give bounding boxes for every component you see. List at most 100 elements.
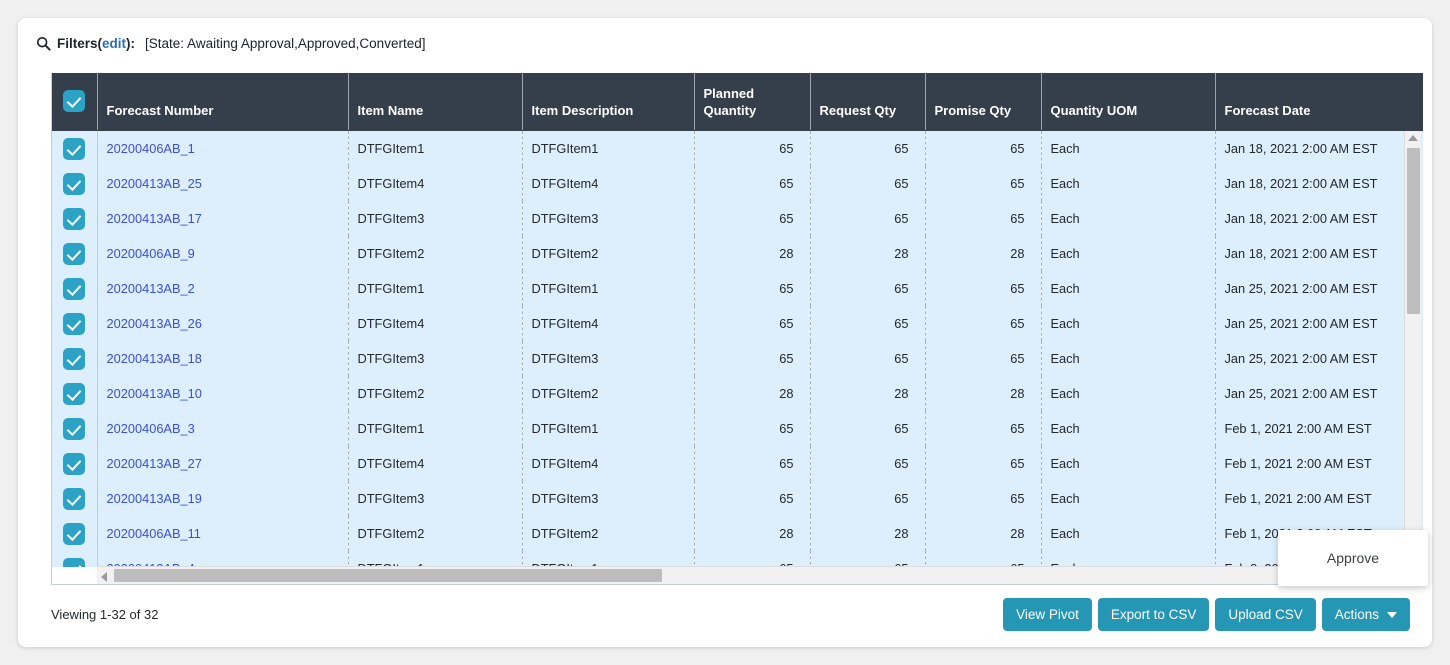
- cell-planned-quantity: 65: [694, 201, 811, 236]
- upload-csv-button[interactable]: Upload CSV: [1215, 598, 1316, 631]
- row-select-cell[interactable]: [52, 446, 98, 481]
- vertical-scrollbar-thumb[interactable]: [1407, 148, 1420, 314]
- forecast-number-link[interactable]: 20200413AB_18: [107, 351, 202, 366]
- cell-quantity-uom: Each: [1041, 411, 1216, 446]
- row-select-cell[interactable]: [52, 411, 98, 446]
- row-checkbox[interactable]: [63, 207, 86, 230]
- table-row[interactable]: 20200413AB_10 DTFGItem2 DTFGItem2 28 28 28 Eac…: [52, 376, 1423, 411]
- column-header-planned-quantity[interactable]: Planned Quantity: [694, 73, 811, 131]
- row-checkbox[interactable]: [63, 312, 86, 335]
- row-select-cell[interactable]: [52, 236, 98, 271]
- grid-body-viewport: 20200406AB_1 DTFGItem1 DTFGItem1 65 65 65 Each…: [52, 131, 1423, 567]
- row-select-cell[interactable]: [52, 271, 98, 306]
- cell-forecast-number: 20200406AB_3: [97, 411, 349, 446]
- forecast-number-link[interactable]: 20200413AB_10: [107, 386, 202, 401]
- cell-item-name: DTFGItem3: [348, 341, 523, 376]
- select-all-header-cell[interactable]: [52, 73, 98, 131]
- row-select-cell[interactable]: [52, 376, 98, 411]
- column-header-item-name[interactable]: Item Name: [348, 73, 523, 131]
- table-row[interactable]: 20200413AB_27 DTFGItem4 DTFGItem4 65 65 65 Eac…: [52, 446, 1423, 481]
- forecast-number-link[interactable]: 20200413AB_17: [107, 211, 202, 226]
- forecast-number-link[interactable]: 20200413AB_25: [107, 176, 202, 191]
- table-row[interactable]: 20200413AB_26 DTFGItem4 DTFGItem4 65 65 65 Eac…: [52, 306, 1423, 341]
- forecast-number-link[interactable]: 20200406AB_1: [107, 141, 195, 156]
- cell-forecast-date: Jan 18, 2021 2:00 AM EST: [1215, 166, 1423, 201]
- scroll-left-icon[interactable]: [101, 572, 107, 582]
- cell-quantity-uom: Each: [1041, 166, 1216, 201]
- cell-promise-qty: 65: [925, 166, 1042, 201]
- table-row[interactable]: 20200413AB_25 DTFGItem4 DTFGItem4 65 65 65 Eac…: [52, 166, 1423, 201]
- forecast-number-link[interactable]: 20200413AB_27: [107, 456, 202, 471]
- row-checkbox[interactable]: [63, 137, 86, 160]
- grid-body: 20200406AB_1 DTFGItem1 DTFGItem1 65 65 65 Each…: [52, 131, 1423, 567]
- cell-planned-quantity: 28: [694, 376, 811, 411]
- cell-item-name: DTFGItem3: [348, 481, 523, 516]
- cell-request-qty: 65: [810, 166, 926, 201]
- scroll-up-icon[interactable]: [1408, 135, 1418, 141]
- row-select-cell[interactable]: [52, 166, 98, 201]
- forecast-number-link[interactable]: 20200406AB_11: [107, 526, 201, 541]
- row-checkbox[interactable]: [63, 242, 86, 265]
- forecast-number-link[interactable]: 20200406AB_9: [107, 246, 195, 261]
- view-pivot-button[interactable]: View Pivot: [1003, 598, 1092, 631]
- horizontal-scrollbar[interactable]: [97, 566, 1423, 584]
- column-header-quantity-uom[interactable]: Quantity UOM: [1041, 73, 1216, 131]
- table-row[interactable]: 20200413AB_18 DTFGItem3 DTFGItem3 65 65 65 Eac…: [52, 341, 1423, 376]
- cell-planned-quantity: 65: [694, 131, 811, 166]
- cell-request-qty: 65: [810, 411, 926, 446]
- cell-forecast-date: Feb 1, 2021 2:00 AM EST: [1215, 411, 1423, 446]
- cell-request-qty: 65: [810, 551, 926, 567]
- actions-button[interactable]: Actions: [1321, 598, 1410, 631]
- filters-bar: Filters (edit): [State: Awaiting Approva…: [36, 32, 425, 54]
- table-row[interactable]: 20200413AB_4DTFGItem1DTFGItem1656565Each…: [52, 551, 1423, 567]
- cell-item-name: DTFGItem2: [348, 236, 523, 271]
- row-checkbox[interactable]: [63, 417, 86, 440]
- forecast-number-link[interactable]: 20200413AB_19: [107, 491, 202, 506]
- row-checkbox[interactable]: [63, 522, 86, 545]
- table-row[interactable]: 20200413AB_2 DTFGItem1 DTFGItem1 65 65 65 Each…: [52, 271, 1423, 306]
- filters-edit-link[interactable]: edit: [102, 36, 126, 51]
- actions-menu-item-approve[interactable]: Approve: [1278, 542, 1428, 574]
- table-row[interactable]: 20200406AB_9 DTFGItem2 DTFGItem2 28 28 28 Each…: [52, 236, 1423, 271]
- footer-button-row: View Pivot Export to CSV Upload CSV Acti…: [1003, 598, 1410, 631]
- column-header-item-description[interactable]: Item Description: [522, 73, 695, 131]
- horizontal-scrollbar-thumb[interactable]: [114, 569, 662, 582]
- table-row[interactable]: 20200413AB_17 DTFGItem3 DTFGItem3 65 65 65 Eac…: [52, 201, 1423, 236]
- table-row[interactable]: 20200406AB_3 DTFGItem1 DTFGItem1 65 65 65 Each…: [52, 411, 1423, 446]
- cell-planned-quantity: 65: [694, 411, 811, 446]
- cell-item-description: DTFGItem2: [522, 236, 695, 271]
- row-select-cell[interactable]: [52, 341, 98, 376]
- column-header-request-qty[interactable]: Request Qty: [810, 73, 926, 131]
- table-row[interactable]: 20200406AB_11 DTFGItem2 DTFGItem2 28 28 28 Eac…: [52, 516, 1423, 551]
- table-row[interactable]: 20200406AB_1 DTFGItem1 DTFGItem1 65 65 65 Each…: [52, 131, 1423, 166]
- forecast-number-link[interactable]: 20200413AB_26: [107, 316, 202, 331]
- cell-forecast-number: 20200406AB_1: [97, 131, 349, 166]
- column-header-forecast-number[interactable]: Forecast Number: [97, 73, 349, 131]
- row-checkbox[interactable]: [63, 347, 86, 370]
- column-header-forecast-date[interactable]: Forecast Date: [1215, 73, 1423, 131]
- export-to-csv-button[interactable]: Export to CSV: [1097, 598, 1210, 631]
- cell-forecast-number: 20200406AB_11: [97, 516, 349, 551]
- row-checkbox[interactable]: [63, 277, 86, 300]
- grid-footer: Viewing 1-32 of 32 View Pivot Export to …: [18, 585, 1432, 647]
- forecast-number-link[interactable]: 20200406AB_3: [107, 421, 195, 436]
- table-row[interactable]: 20200413AB_19 DTFGItem3 DTFGItem3 65 65 65 Eac…: [52, 481, 1423, 516]
- row-select-cell[interactable]: [52, 481, 98, 516]
- row-select-cell[interactable]: [52, 551, 98, 567]
- row-checkbox[interactable]: [63, 172, 86, 195]
- row-checkbox[interactable]: [63, 487, 86, 510]
- row-select-cell[interactable]: [52, 516, 98, 551]
- cell-promise-qty: 28: [925, 516, 1042, 551]
- vertical-scrollbar[interactable]: [1404, 131, 1421, 567]
- row-checkbox[interactable]: [63, 382, 86, 405]
- cell-item-description: DTFGItem3: [522, 201, 695, 236]
- row-select-cell[interactable]: [52, 131, 98, 166]
- row-select-cell[interactable]: [52, 306, 98, 341]
- cell-forecast-date: Jan 25, 2021 2:00 AM EST: [1215, 306, 1423, 341]
- select-all-checkbox[interactable]: [63, 90, 86, 113]
- row-select-cell[interactable]: [52, 201, 98, 236]
- row-checkbox[interactable]: [63, 557, 86, 567]
- column-header-promise-qty[interactable]: Promise Qty: [925, 73, 1042, 131]
- forecast-number-link[interactable]: 20200413AB_2: [107, 281, 195, 296]
- row-checkbox[interactable]: [63, 452, 86, 475]
